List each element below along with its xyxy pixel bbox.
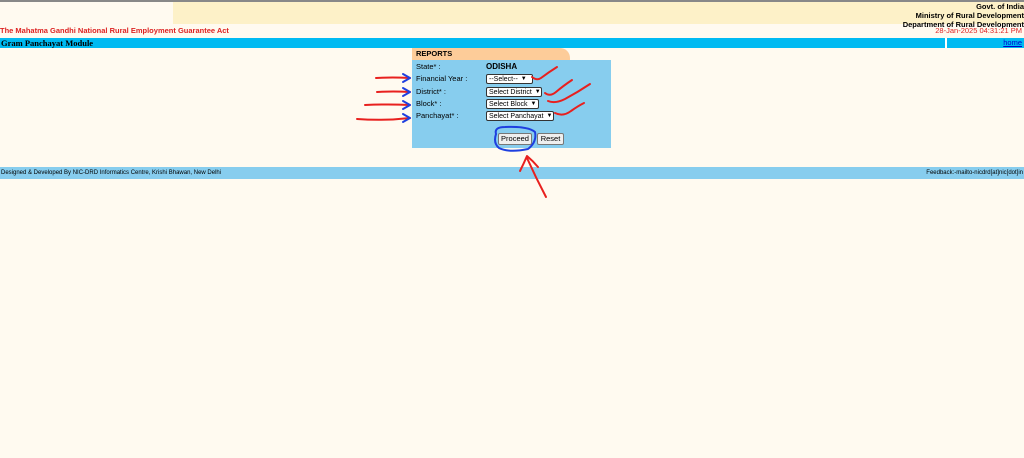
state-label: State* : — [416, 62, 441, 71]
footer-credit: Designed & Developed By NIC-DRD Informat… — [1, 170, 222, 176]
annotation-arrow-block — [364, 103, 411, 106]
home-link[interactable]: home — [1003, 38, 1022, 48]
govt-line-2: Ministry of Rural Development — [915, 11, 1024, 20]
footer-feedback: Feedback:-mailto-nicdrd[at]nic[dot]in — [926, 170, 1023, 176]
panchayat-selected: Select Panchayat — [489, 112, 544, 120]
annotation-arrowhead-block — [402, 100, 411, 110]
module-bar-separator — [945, 38, 947, 48]
district-selected: Select District — [489, 88, 532, 96]
block-label: Block* : — [416, 99, 442, 108]
annotation-arrow-panchayat — [356, 117, 411, 121]
govt-header: Govt. of India Ministry of Rural Develop… — [903, 2, 1024, 29]
panchayat-label: Panchayat* : — [416, 111, 459, 120]
annotation-arrowhead-financial-year — [402, 73, 411, 83]
district-select[interactable]: Select District ▼ — [486, 87, 542, 97]
annotation-arrow-financial-year — [375, 76, 411, 79]
act-title: The Mahatma Gandhi National Rural Employ… — [0, 26, 229, 35]
state-value: ODISHA — [486, 62, 518, 71]
header-right-band — [173, 2, 1024, 24]
datetime: 28-Jan-2025 04:31:21 PM — [935, 26, 1022, 35]
block-select[interactable]: Select Block ▼ — [486, 99, 539, 109]
reports-heading: REPORTS — [416, 49, 453, 58]
govt-line-1: Govt. of India — [976, 2, 1024, 11]
annotation-arrow-district — [376, 90, 411, 93]
panchayat-select[interactable]: Select Panchayat ▼ — [486, 111, 554, 121]
chevron-down-icon: ▼ — [534, 88, 541, 95]
financial-year-selected: --Select-- — [489, 75, 518, 83]
annotation-arrowhead-district — [402, 87, 411, 97]
annotation-arrowhead-panchayat — [402, 113, 411, 123]
proceed-button[interactable]: Proceed — [498, 133, 532, 145]
block-selected: Select Block — [489, 100, 528, 108]
chevron-down-icon: ▼ — [530, 100, 537, 107]
financial-year-label: Financial Year : — [416, 74, 468, 83]
header-left-band — [0, 2, 173, 24]
module-bar — [0, 38, 1024, 48]
financial-year-select[interactable]: --Select-- ▼ — [486, 74, 533, 84]
district-label: District* : — [416, 87, 446, 96]
chevron-down-icon: ▼ — [546, 112, 553, 119]
reset-button[interactable]: Reset — [537, 133, 564, 145]
module-title: Gram Panchayat Module — [1, 38, 94, 48]
chevron-down-icon: ▼ — [520, 75, 527, 82]
